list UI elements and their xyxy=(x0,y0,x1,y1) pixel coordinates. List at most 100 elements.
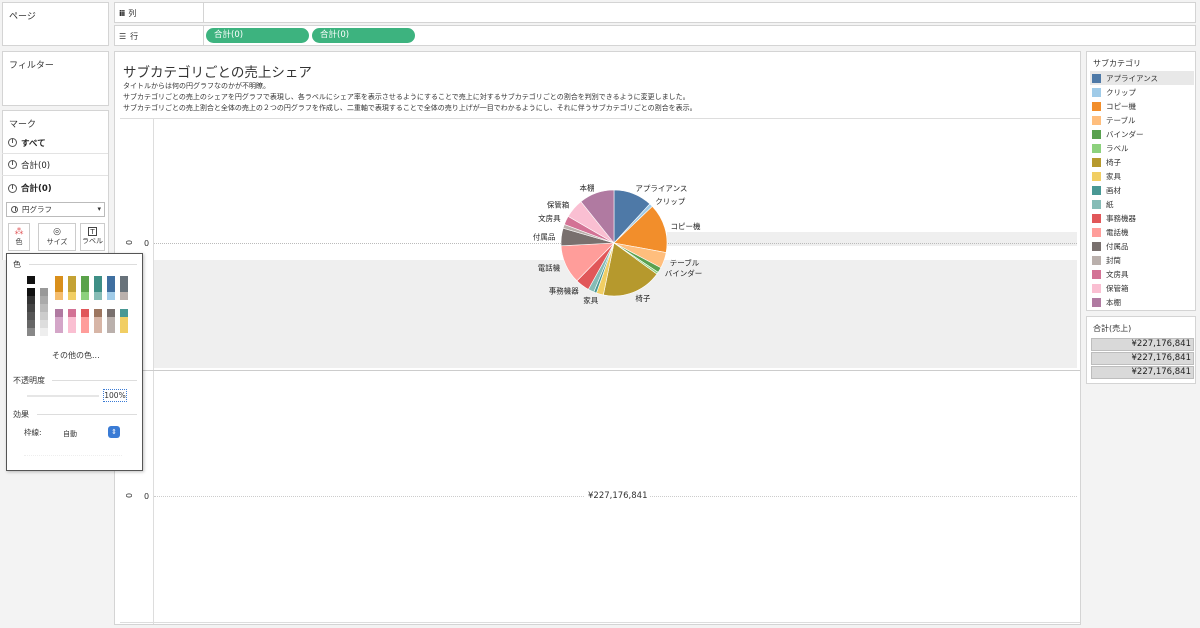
legend-label: 封筒 xyxy=(1106,255,1121,265)
palette-swatch[interactable] xyxy=(107,276,115,284)
legend-item[interactable]: コピー機 xyxy=(1092,99,1136,113)
palette-swatch[interactable] xyxy=(40,312,48,320)
pages-shelf[interactable]: ページ xyxy=(2,2,109,46)
legend-item[interactable]: 事務機器 xyxy=(1092,211,1136,225)
pie-slice-label: バインダー xyxy=(665,268,703,278)
palette-swatch[interactable] xyxy=(81,292,89,300)
legend-item[interactable]: 保管箱 xyxy=(1092,281,1129,295)
marks-row-sum2[interactable]: 合計(0) xyxy=(2,177,108,199)
columns-shelf[interactable]: iii 列 xyxy=(114,2,1196,23)
palette-swatch[interactable] xyxy=(94,276,102,284)
palette-swatch[interactable] xyxy=(120,284,128,292)
label-button[interactable]: T ラベル xyxy=(80,223,105,251)
palette-swatch[interactable] xyxy=(81,284,89,292)
opacity-value-field[interactable]: 100% xyxy=(103,389,127,402)
rows-shelf[interactable]: ☰ 行 合計(0) 合計(0) xyxy=(114,25,1196,46)
palette-swatch[interactable] xyxy=(27,328,35,336)
palette-swatch[interactable] xyxy=(81,325,89,333)
palette-swatch[interactable] xyxy=(120,292,128,300)
palette-swatch[interactable] xyxy=(27,304,35,312)
legend-item[interactable]: 紙 xyxy=(1092,197,1114,211)
palette-swatch[interactable] xyxy=(55,292,63,300)
border-value[interactable]: 自動 xyxy=(63,429,77,439)
palette-swatch[interactable] xyxy=(40,328,48,336)
legend-item[interactable]: 椅子 xyxy=(1092,155,1121,169)
palette-swatch[interactable] xyxy=(27,296,35,304)
palette-swatch[interactable] xyxy=(68,325,76,333)
color-button[interactable]: ⁂ 色 xyxy=(8,223,30,251)
legend-item[interactable]: 封筒 xyxy=(1092,253,1121,267)
palette-swatch[interactable] xyxy=(120,317,128,325)
legend-item[interactable]: バインダー xyxy=(1092,127,1144,141)
border-dropdown-button[interactable]: ⇕ xyxy=(108,426,120,438)
palette-swatch[interactable] xyxy=(40,296,48,304)
palette-swatch[interactable] xyxy=(107,292,115,300)
mark-type-dropdown[interactable]: 円グラフ ▾ xyxy=(6,202,105,217)
palette-swatch[interactable] xyxy=(81,317,89,325)
palette-swatch[interactable] xyxy=(40,276,48,284)
legend-item[interactable]: 画材 xyxy=(1092,183,1121,197)
legend-item[interactable]: 電話機 xyxy=(1092,225,1129,239)
rows-label: ☰ 行 xyxy=(119,31,138,42)
palette-swatch[interactable] xyxy=(94,309,102,317)
palette-swatch[interactable] xyxy=(120,325,128,333)
pie-slice-label: クリップ xyxy=(655,197,685,206)
legend-item[interactable]: 家具 xyxy=(1092,169,1121,183)
legend-label: クリップ xyxy=(1106,87,1136,97)
palette-swatch[interactable] xyxy=(68,284,76,292)
palette-swatch[interactable] xyxy=(107,309,115,317)
palette-swatch[interactable] xyxy=(68,276,76,284)
row-pill-2[interactable]: 合計(0) xyxy=(312,28,415,43)
palette-swatch[interactable] xyxy=(120,276,128,284)
palette-swatch[interactable] xyxy=(27,288,35,296)
legend-label: バインダー xyxy=(1106,129,1144,139)
palette-swatch[interactable] xyxy=(120,309,128,317)
palette-swatch[interactable] xyxy=(55,276,63,284)
size-button[interactable]: ◎ サイズ xyxy=(38,223,76,251)
palette-swatch[interactable] xyxy=(40,320,48,328)
legend-item[interactable]: アプライアンス xyxy=(1092,71,1158,85)
palette-swatch[interactable] xyxy=(107,317,115,325)
legend-label: 事務機器 xyxy=(1106,213,1136,223)
palette-swatch[interactable] xyxy=(81,309,89,317)
palette-swatch[interactable] xyxy=(27,276,35,284)
palette-swatch[interactable] xyxy=(40,288,48,296)
legend-item[interactable]: テーブル xyxy=(1092,113,1136,127)
row-pill-1[interactable]: 合計(0) xyxy=(206,28,309,43)
palette-swatch[interactable] xyxy=(107,325,115,333)
palette-swatch[interactable] xyxy=(107,284,115,292)
zero-reference-line-bottom xyxy=(154,496,584,497)
legend-item[interactable]: ラベル xyxy=(1092,141,1129,155)
palette-swatch[interactable] xyxy=(94,317,102,325)
palette-swatch[interactable] xyxy=(68,309,76,317)
palette-swatch[interactable] xyxy=(55,309,63,317)
legend-item[interactable]: 本棚 xyxy=(1092,295,1121,309)
pie-chart[interactable]: アプライアンスクリップコピー機テーブルバインダー椅子 家具事務機器 電話機 付属品 文房… xyxy=(530,175,710,315)
legend-label: ラベル xyxy=(1106,143,1129,153)
palette-swatch[interactable] xyxy=(27,312,35,320)
palette-swatch[interactable] xyxy=(94,325,102,333)
palette-swatch[interactable] xyxy=(94,284,102,292)
more-colors-link[interactable]: その他の色... xyxy=(52,350,100,361)
palette-swatch[interactable] xyxy=(55,325,63,333)
marks-row-all[interactable]: すべて xyxy=(2,132,108,154)
palette-swatch[interactable] xyxy=(55,317,63,325)
legend-item[interactable]: 付属品 xyxy=(1092,239,1129,253)
opacity-slider[interactable] xyxy=(27,395,99,397)
palette-swatch[interactable] xyxy=(81,276,89,284)
legend-swatch xyxy=(1092,213,1101,223)
palette-swatch[interactable] xyxy=(68,292,76,300)
palette-swatch[interactable] xyxy=(40,304,48,312)
palette-swatch[interactable] xyxy=(55,284,63,292)
label-button-label: ラベル xyxy=(82,237,103,245)
pie-slice-label: 家具 xyxy=(583,295,598,305)
palette-swatch[interactable] xyxy=(68,317,76,325)
palette-swatch[interactable] xyxy=(27,320,35,328)
axis-tick-top: 0 xyxy=(144,239,150,248)
filters-shelf[interactable]: フィルター xyxy=(2,51,109,106)
legend-item[interactable]: 文房具 xyxy=(1092,267,1129,281)
axis-tick-bottom: 0 xyxy=(144,492,150,501)
legend-item[interactable]: クリップ xyxy=(1092,85,1136,99)
palette-swatch[interactable] xyxy=(94,292,102,300)
marks-row-sum1[interactable]: 合計(0) xyxy=(2,154,108,176)
